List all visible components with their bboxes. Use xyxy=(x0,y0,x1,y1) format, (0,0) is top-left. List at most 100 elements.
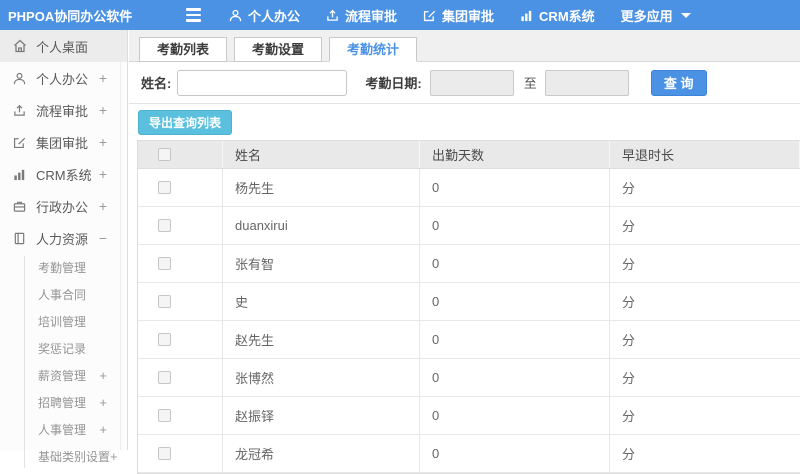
tab-attendance-list[interactable]: 考勤列表 xyxy=(139,37,228,62)
sidebar-subitem-label: 培训管理 xyxy=(38,315,87,329)
row-checkbox[interactable] xyxy=(158,219,171,232)
expand-toggle[interactable]: + xyxy=(99,70,107,86)
sidebar-subitem-basic-category[interactable]: 基础类别设置 + xyxy=(0,443,127,470)
bar-chart-icon xyxy=(13,168,28,181)
header-name: 姓名 xyxy=(223,141,420,168)
user-icon xyxy=(13,72,28,85)
cell-days: 0 xyxy=(420,435,610,472)
select-all-checkbox[interactable] xyxy=(158,148,171,161)
topnav-more-apps[interactable]: 更多应用 xyxy=(621,6,691,25)
header-duration: 早退时长 xyxy=(610,141,800,168)
cell-name: 赵振铎 xyxy=(223,397,420,434)
name-label: 姓名: xyxy=(141,76,172,91)
search-button[interactable]: 查 询 xyxy=(650,69,707,96)
sidebar-submenu-hr: 考勤管理 人事合同 培训管理 奖惩记录 薪资管理 + 招聘管理 + 人事管理 +… xyxy=(0,254,127,470)
topnav-crm-system[interactable]: CRM系统 xyxy=(520,6,595,25)
row-checkbox[interactable] xyxy=(158,257,171,270)
address-book-icon xyxy=(13,232,28,245)
name-input[interactable] xyxy=(177,69,348,96)
cell-days: 0 xyxy=(420,321,610,358)
date-from-input[interactable] xyxy=(429,69,514,96)
cell-duration: 分 xyxy=(622,181,636,196)
table-header-row: 姓名 出勤天数 早退时长 xyxy=(138,141,800,169)
row-checkbox[interactable] xyxy=(158,295,171,308)
sidebar-item-human-resources[interactable]: 人力资源 − xyxy=(0,222,127,254)
sidebar-subitem-training-mgmt[interactable]: 培训管理 xyxy=(0,308,127,335)
cell-days: 0 xyxy=(420,169,610,206)
cell-duration: 分 xyxy=(622,409,636,424)
sidebar-subitem-label: 人事合同 xyxy=(38,288,87,302)
sidebar-subitem-label: 考勤管理 xyxy=(38,261,87,275)
sidebar-item-workflow-approval[interactable]: 流程审批 + xyxy=(0,94,127,126)
main-content: 考勤列表 考勤设置 考勤统计 姓名: 考勤日期: 至 查 询 导出查询列表 姓名… xyxy=(129,30,800,474)
cell-name: duanxirui xyxy=(223,207,420,244)
cell-name: 张有智 xyxy=(223,245,420,282)
topnav-label: 个人办公 xyxy=(248,8,301,24)
cell-name: 龙冠希 xyxy=(223,435,420,472)
sidebar-item-personal-office[interactable]: 个人办公 + xyxy=(0,62,127,94)
upload-icon xyxy=(13,104,28,117)
topnav-personal-office[interactable]: 个人办公 xyxy=(229,6,300,25)
expand-toggle[interactable]: + xyxy=(99,134,107,150)
date-to-input[interactable] xyxy=(544,69,629,96)
row-checkbox[interactable] xyxy=(158,333,171,346)
table-row: 龙冠希 0 分 xyxy=(138,435,800,473)
topnav-label: 流程审批 xyxy=(345,8,398,24)
expand-toggle[interactable]: − xyxy=(99,230,107,246)
expand-toggle[interactable]: + xyxy=(99,395,107,410)
expand-toggle[interactable]: + xyxy=(99,368,107,383)
cell-name: 杨先生 xyxy=(223,169,420,206)
sidebar-subitem-personnel-mgmt[interactable]: 人事管理 + xyxy=(0,416,127,443)
table-row: 赵先生 0 分 xyxy=(138,321,800,359)
sidebar-item-crm-system[interactable]: CRM系统 + xyxy=(0,158,127,190)
sidebar-item-group-approval[interactable]: 集团审批 + xyxy=(0,126,127,158)
tab-attendance-settings[interactable]: 考勤设置 xyxy=(234,37,323,62)
sidebar-subitem-label: 人事管理 xyxy=(38,423,87,437)
table-row: duanxirui 0 分 xyxy=(138,207,800,245)
cell-days: 0 xyxy=(420,245,610,282)
cell-duration: 分 xyxy=(622,219,636,234)
row-checkbox[interactable] xyxy=(158,447,171,460)
topnav-label: CRM系统 xyxy=(539,8,595,24)
row-checkbox[interactable] xyxy=(158,181,171,194)
topnav-workflow-approval[interactable]: 流程审批 xyxy=(326,6,397,25)
sidebar-subitem-attendance-mgmt[interactable]: 考勤管理 xyxy=(0,254,127,281)
cell-duration: 分 xyxy=(622,447,636,462)
caret-down-icon xyxy=(680,12,691,18)
sidebar: 个人桌面 个人办公 + 流程审批 + 集团审批 + CRM系统 + 行政办公 +… xyxy=(0,30,128,468)
user-icon xyxy=(229,9,242,22)
sidebar-subitem-label: 薪资管理 xyxy=(38,369,87,383)
to-label: 至 xyxy=(523,76,537,91)
sidebar-item-personal-desktop[interactable]: 个人桌面 xyxy=(0,30,127,62)
sidebar-item-label: 个人桌面 xyxy=(36,39,89,55)
app-title: PHPOA协同办公软件 xyxy=(8,8,133,24)
expand-toggle[interactable]: + xyxy=(99,198,107,214)
topnav-group-approval[interactable]: 集团审批 xyxy=(423,6,494,25)
filter-row: 姓名: 考勤日期: 至 查 询 xyxy=(129,62,800,104)
home-icon xyxy=(13,39,28,53)
export-list-button[interactable]: 导出查询列表 xyxy=(138,109,233,135)
sidebar-subitem-label: 奖惩记录 xyxy=(38,342,87,356)
cell-days: 0 xyxy=(420,283,610,320)
sidebar-item-label: 流程审批 xyxy=(36,103,89,119)
sidebar-item-label: 集团审批 xyxy=(36,135,89,151)
sidebar-item-admin-office[interactable]: 行政办公 + xyxy=(0,190,127,222)
expand-toggle[interactable]: + xyxy=(99,166,107,182)
sidebar-subitem-salary-mgmt[interactable]: 薪资管理 + xyxy=(0,362,127,389)
hamburger-menu-icon[interactable] xyxy=(186,8,201,22)
briefcase-icon xyxy=(13,200,28,213)
expand-toggle[interactable]: + xyxy=(99,422,107,437)
expand-toggle[interactable]: + xyxy=(110,449,118,464)
cell-duration: 分 xyxy=(622,333,636,348)
sidebar-subitem-recruit-mgmt[interactable]: 招聘管理 + xyxy=(0,389,127,416)
table-row: 史 0 分 xyxy=(138,283,800,321)
expand-toggle[interactable]: + xyxy=(99,102,107,118)
row-checkbox[interactable] xyxy=(158,409,171,422)
row-checkbox[interactable] xyxy=(158,371,171,384)
cell-duration: 分 xyxy=(622,295,636,310)
tab-attendance-stats[interactable]: 考勤统计 xyxy=(329,37,418,62)
cell-days: 0 xyxy=(420,207,610,244)
table-row: 张博然 0 分 xyxy=(138,359,800,397)
sidebar-subitem-reward-punish[interactable]: 奖惩记录 xyxy=(0,335,127,362)
sidebar-subitem-hr-contract[interactable]: 人事合同 xyxy=(0,281,127,308)
